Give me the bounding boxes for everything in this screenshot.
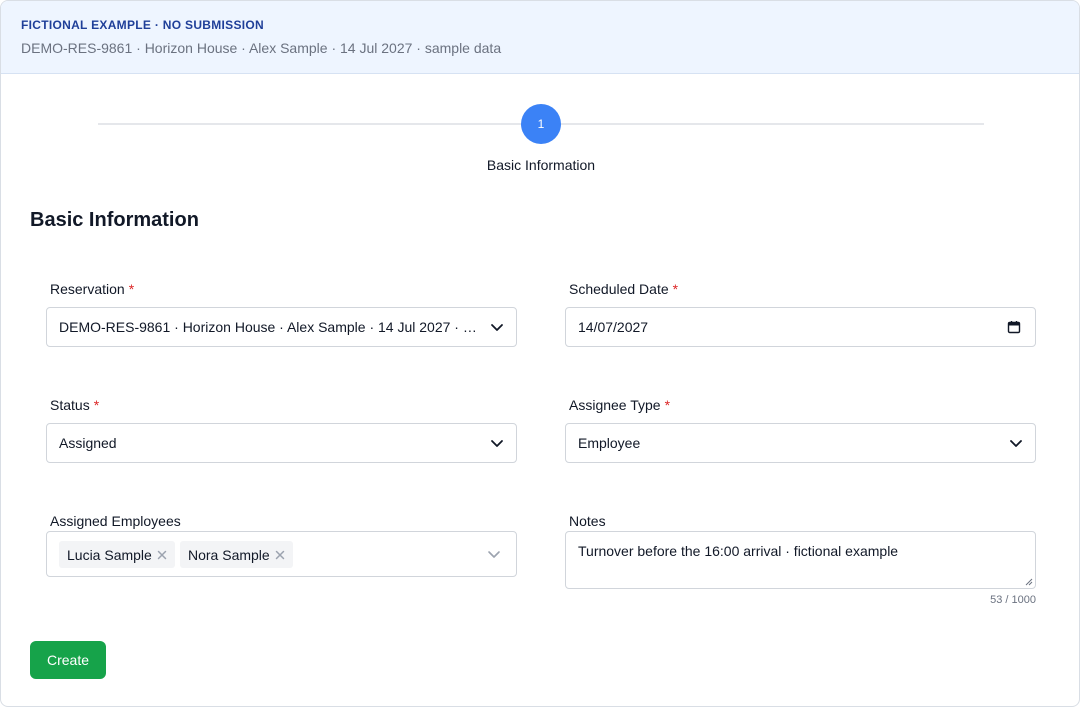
banner-tag: FICTIONAL EXAMPLE · NO SUBMISSION <box>21 18 265 32</box>
section-title: Basic Information <box>30 209 199 231</box>
calendar-icon[interactable] <box>1007 320 1021 334</box>
employee-chip: Lucia Sample <box>59 541 175 568</box>
create-button[interactable]: Create <box>30 641 106 679</box>
scheduled-date-label-text: Scheduled Date <box>569 281 669 297</box>
status-select[interactable]: Assigned <box>46 423 517 463</box>
status-label: Status * <box>50 397 99 413</box>
scheduled-date-label: Scheduled Date * <box>569 281 678 297</box>
employee-chip-label: Lucia Sample <box>67 546 152 563</box>
chevron-down-icon <box>491 324 503 331</box>
status-value: Assigned <box>59 435 117 451</box>
required-mark: * <box>664 397 671 413</box>
chevron-down-icon <box>1010 440 1022 447</box>
step-label: Basic Information <box>486 157 596 173</box>
assignee-type-value: Employee <box>578 435 641 451</box>
scheduled-date-input[interactable]: 14/07/2027 <box>565 307 1036 347</box>
notes-textarea[interactable]: Turnover before the 16:00 arrival · fict… <box>565 531 1036 589</box>
notes-label: Notes <box>569 513 606 529</box>
assignee-type-label: Assignee Type * <box>569 397 670 413</box>
required-mark: * <box>128 281 135 297</box>
reservation-value: DEMO-RES-9861 · Horizon House · Alex Sam… <box>59 319 516 335</box>
close-icon[interactable] <box>275 550 285 560</box>
assignee-type-select[interactable]: Employee <box>565 423 1036 463</box>
notes-char-counter: 53 / 1000 <box>990 594 1036 606</box>
reservation-label: Reservation * <box>50 281 134 297</box>
scheduled-date-value: 14/07/2027 <box>578 319 649 335</box>
chevron-down-icon <box>491 440 503 447</box>
assigned-employees-label: Assigned Employees <box>50 513 181 529</box>
close-icon[interactable] <box>157 550 167 560</box>
step-indicator[interactable]: 1 <box>521 104 561 144</box>
form-card: FICTIONAL EXAMPLE · NO SUBMISSION DEMO-R… <box>0 0 1080 707</box>
assignee-type-label-text: Assignee Type <box>569 397 661 413</box>
status-label-text: Status <box>50 397 90 413</box>
required-mark: * <box>93 397 100 413</box>
notes-value: Turnover before the 16:00 arrival · fict… <box>578 543 899 559</box>
banner-subtitle: DEMO-RES-9861 · Horizon House · Alex Sam… <box>21 40 502 56</box>
required-mark: * <box>672 281 679 297</box>
employee-chip-label: Nora Sample <box>188 546 270 563</box>
employee-chip: Nora Sample <box>180 541 293 568</box>
reservation-select[interactable]: DEMO-RES-9861 · Horizon House · Alex Sam… <box>46 307 517 347</box>
chevron-down-icon[interactable] <box>487 547 501 561</box>
demo-banner: FICTIONAL EXAMPLE · NO SUBMISSION DEMO-R… <box>1 1 1079 74</box>
resize-handle-icon[interactable] <box>1025 578 1033 586</box>
assigned-employees-multiselect[interactable]: Lucia Sample Nora Sample <box>46 531 517 577</box>
reservation-label-text: Reservation <box>50 281 125 297</box>
